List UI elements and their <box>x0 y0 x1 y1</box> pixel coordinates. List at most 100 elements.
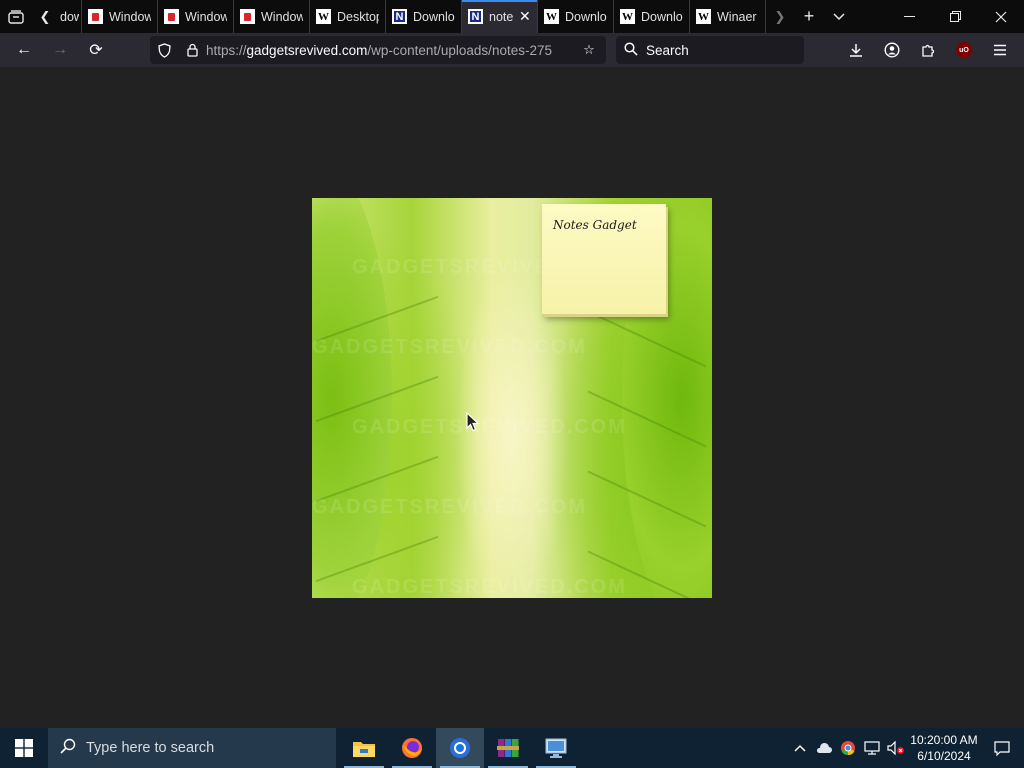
network-button[interactable] <box>860 741 884 755</box>
watermark: GADGETSREVIVED.COM <box>312 336 587 358</box>
arrow-left-icon: ← <box>16 41 32 58</box>
start-button[interactable] <box>0 728 48 768</box>
shield-icon[interactable] <box>150 42 178 58</box>
clock-time: 10:20:00 AM <box>910 733 978 747</box>
remote-desktop-icon <box>545 738 567 758</box>
tab-desktop[interactable]: W Desktop <box>310 0 386 33</box>
close-icon[interactable]: ✕ <box>519 8 531 25</box>
scroll-tabs-right-button[interactable]: ❯ <box>766 0 794 33</box>
taskbar-file-explorer[interactable] <box>340 728 388 768</box>
search-icon <box>60 738 76 758</box>
reload-icon: ⟳ <box>89 42 103 59</box>
tab-title: Windows <box>185 9 227 24</box>
lock-icon[interactable] <box>178 43 206 57</box>
tab-notes-active[interactable]: N note ✕ <box>462 0 538 33</box>
tab-windows-1[interactable]: Windows <box>82 0 158 33</box>
url-text[interactable]: https://gadgetsrevived.com/wp-content/up… <box>206 43 572 58</box>
show-hidden-icons-button[interactable] <box>788 744 812 752</box>
account-icon <box>884 42 900 58</box>
chevron-up-icon <box>794 744 806 752</box>
reload-button[interactable]: ⟳ <box>78 33 114 67</box>
chevron-right-icon: ❯ <box>774 8 786 24</box>
tab-overview-button[interactable] <box>0 0 32 33</box>
chrome-icon <box>841 741 855 756</box>
tab-title: Winaer <box>717 9 757 24</box>
ublock-button[interactable]: uO <box>946 33 982 67</box>
cloud-app-icon <box>816 742 832 753</box>
notes-gadget-text: Notes Gadget <box>553 218 637 232</box>
app-menu-button[interactable] <box>982 33 1018 67</box>
address-bar[interactable]: https://gadgetsrevived.com/wp-content/up… <box>150 36 606 64</box>
w-icon: W <box>316 9 331 24</box>
bookmark-star-icon[interactable]: ☆ <box>572 42 606 58</box>
tab-strip-spacer <box>854 0 886 33</box>
close-window-button[interactable] <box>978 0 1024 33</box>
chrome-icon <box>450 738 470 758</box>
tab-strip: ❮ dow Windows Windows Windows W Desktop … <box>0 0 1024 33</box>
toolbar-right: uO <box>838 33 1018 67</box>
taskbar-search-placeholder: Type here to search <box>86 740 215 756</box>
volume-button[interactable] <box>884 741 908 755</box>
puzzle-icon <box>921 44 934 57</box>
tab-download-3[interactable]: W Downlo <box>614 0 690 33</box>
search-placeholder: Search <box>646 42 689 58</box>
taskbar-search-box[interactable]: Type here to search <box>48 728 336 768</box>
chevron-down-icon <box>833 12 845 20</box>
mouse-cursor-icon <box>466 412 480 432</box>
account-button[interactable] <box>874 33 910 67</box>
volume-muted-icon <box>887 741 904 755</box>
minimize-button[interactable] <box>886 0 932 33</box>
clock-date: 6/10/2024 <box>917 749 971 763</box>
tray-app-icon[interactable] <box>812 742 836 754</box>
minimize-icon <box>903 15 915 17</box>
taskbar-clock[interactable]: 10:20:00 AM 6/10/2024 <box>908 732 980 764</box>
download-icon <box>850 44 862 57</box>
tab-title: Windows <box>261 9 303 24</box>
firefox-icon <box>402 738 422 758</box>
url-host: gadgetsrevived.com <box>246 42 368 58</box>
action-center-button[interactable] <box>980 740 1024 756</box>
tab-windows-3[interactable]: Windows <box>234 0 310 33</box>
tab-title: Windows <box>109 9 151 24</box>
close-icon <box>995 11 1007 22</box>
tab-title: Downlo <box>413 9 455 24</box>
taskbar-winrar[interactable] <box>484 728 532 768</box>
tab-title: Downlo <box>641 9 683 24</box>
tab-download-2[interactable]: W Downlo <box>538 0 614 33</box>
n-icon: N <box>392 9 407 24</box>
restore-button[interactable] <box>932 0 978 33</box>
arrow-right-icon: → <box>52 41 68 58</box>
back-button[interactable]: ← <box>6 33 42 67</box>
new-tab-button[interactable]: + <box>794 0 824 33</box>
plus-icon: + <box>803 6 815 26</box>
winrar-icon <box>497 739 519 757</box>
tabs-overview-icon <box>8 9 24 24</box>
hamburger-menu-icon <box>994 44 1006 56</box>
taskbar-chrome[interactable] <box>436 728 484 768</box>
notes-gadget[interactable]: Notes Gadget <box>542 204 666 314</box>
forward-button[interactable]: → <box>42 33 78 67</box>
notes-gadget-screenshot-image[interactable]: GADGETSREVIVED.COM GADGETSREVIVED.COM GA… <box>312 198 712 598</box>
ublock-icon: uO <box>956 42 972 58</box>
tab-dow[interactable]: dow <box>58 0 82 33</box>
cards-icon <box>240 9 255 24</box>
w-icon: W <box>544 9 559 24</box>
list-all-tabs-button[interactable] <box>824 0 854 33</box>
tab-download-1[interactable]: N Downlo <box>386 0 462 33</box>
search-icon <box>624 41 638 59</box>
desktop-screen: ❮ dow Windows Windows Windows W Desktop … <box>0 0 1024 768</box>
extensions-button[interactable] <box>910 33 946 67</box>
watermark: GADGETSREVIVED.COM <box>352 416 627 438</box>
tab-title: Downlo <box>565 9 607 24</box>
tab-windows-2[interactable]: Windows <box>158 0 234 33</box>
taskbar-remote-desktop[interactable] <box>532 728 580 768</box>
search-bar[interactable]: Search <box>616 36 804 64</box>
network-icon <box>864 741 880 755</box>
url-path: /wp-content/uploads/notes-275 <box>367 42 552 58</box>
tray-chrome[interactable] <box>836 740 860 756</box>
scroll-tabs-left-button[interactable]: ❮ <box>32 0 58 33</box>
cards-icon <box>88 9 103 24</box>
tab-winaero[interactable]: W Winaer <box>690 0 766 33</box>
downloads-button[interactable] <box>838 33 874 67</box>
taskbar-firefox[interactable] <box>388 728 436 768</box>
